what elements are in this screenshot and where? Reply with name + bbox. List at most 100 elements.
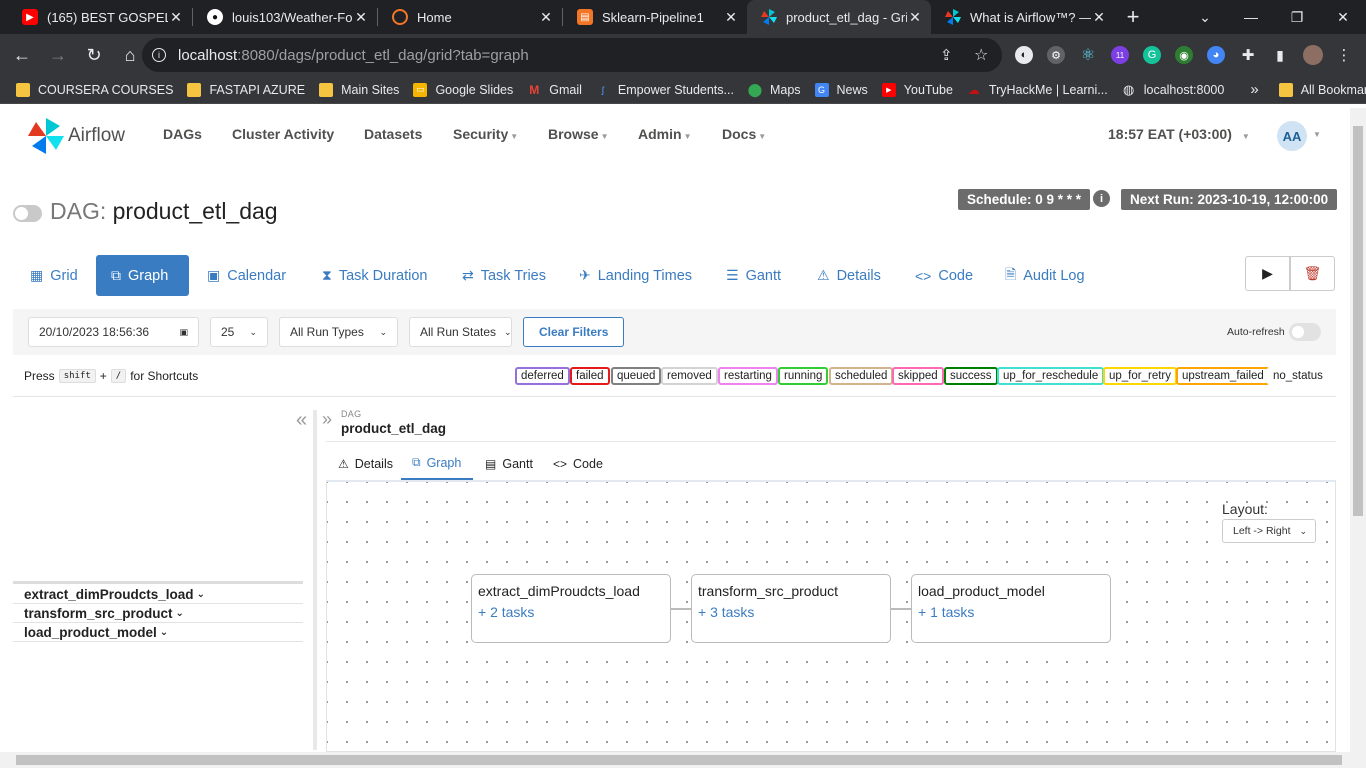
tab-gantt[interactable]: ☰ Gantt: [716, 255, 791, 296]
minimize-icon[interactable]: —: [1228, 0, 1274, 34]
info-icon[interactable]: i: [1093, 190, 1110, 207]
state-legend-up-for-reschedule[interactable]: up_for_reschedule: [997, 367, 1105, 385]
collapse-panel-icon[interactable]: «: [296, 409, 307, 432]
dag-pause-toggle[interactable]: [13, 205, 42, 222]
tab-graph[interactable]: ⧉ Graph: [96, 255, 189, 296]
task-group-row[interactable]: load_product_model ⌄: [13, 623, 303, 642]
panel-resize-handle[interactable]: [313, 410, 317, 750]
menu-security[interactable]: Security ▼: [453, 126, 518, 142]
bookmark-link[interactable]: ☁ TryHackMe | Learni...: [967, 83, 1108, 97]
state-legend-success[interactable]: success: [944, 367, 998, 385]
airflow-logo[interactable]: Airflow: [28, 118, 125, 154]
browser-tab-what-is-airflow[interactable]: What is Airflow™? — ✕: [931, 0, 1115, 34]
task-group-row[interactable]: transform_src_product ⌄: [13, 604, 303, 623]
graph-node-task-group[interactable]: extract_dimProudcts_load + 2 tasks: [471, 574, 671, 643]
bookmark-link[interactable]: ⬤ Maps: [748, 82, 801, 97]
tab-search-chevron-icon[interactable]: ⌄: [1182, 0, 1228, 34]
menu-admin[interactable]: Admin ▼: [638, 126, 691, 142]
forward-icon[interactable]: →: [42, 39, 74, 71]
layout-select[interactable]: Left -> Right ⌄: [1222, 519, 1316, 543]
bookmark-link[interactable]: ʃ Empower Students...: [596, 83, 734, 97]
url-bar[interactable]: i localhost:8080/dags/product_etl_dag/gr…: [142, 38, 1002, 72]
tab-grid[interactable]: ▦ Grid: [20, 255, 88, 296]
browser-tab-active[interactable]: product_etl_dag - Gri ✕: [747, 0, 931, 34]
new-tab-button[interactable]: +: [1115, 4, 1151, 30]
tab-task-tries[interactable]: ⇄ Task Tries: [452, 255, 556, 296]
state-legend-no-status[interactable]: no_status: [1267, 367, 1329, 385]
state-legend-skipped[interactable]: skipped: [892, 367, 944, 385]
user-avatar[interactable]: AA: [1277, 121, 1307, 151]
graph-node-task-group[interactable]: load_product_model + 1 tasks: [911, 574, 1111, 643]
side-panel-icon[interactable]: ▮: [1271, 46, 1289, 64]
tab-code[interactable]: <> Code: [905, 255, 983, 296]
graph-node-task-group[interactable]: transform_src_product + 3 tasks: [691, 574, 891, 643]
state-legend-running[interactable]: running: [778, 367, 829, 385]
task-group-row[interactable]: extract_dimProudcts_load ⌄: [13, 585, 303, 604]
browser-tab-github[interactable]: ● louis103/Weather-Fo ✕: [193, 0, 377, 34]
bookmark-link[interactable]: ▭ Google Slides: [413, 82, 513, 97]
chevron-down-icon[interactable]: ⌄: [176, 608, 184, 619]
trigger-dag-button[interactable]: ▶: [1245, 256, 1290, 291]
timezone-clock[interactable]: 18:57 EAT (+03:00) ▼: [1108, 126, 1250, 142]
maximize-icon[interactable]: ❐: [1274, 0, 1320, 34]
share-icon[interactable]: ⇪: [940, 46, 953, 64]
profile-avatar[interactable]: [1303, 45, 1323, 65]
tab-task-duration[interactable]: ⧗ Task Duration: [312, 255, 437, 296]
state-legend-removed[interactable]: removed: [661, 367, 718, 385]
state-legend-deferred[interactable]: deferred: [515, 367, 570, 385]
panel-tab-graph[interactable]: ⧉ Graph: [401, 447, 473, 480]
menu-docs[interactable]: Docs ▼: [722, 126, 766, 142]
close-icon[interactable]: ✕: [168, 9, 184, 26]
chevron-down-icon[interactable]: ⌄: [197, 589, 205, 600]
extension-icon[interactable]: ◉: [1175, 46, 1193, 64]
run-type-select[interactable]: All Run Types ⌄: [279, 317, 398, 347]
bookmark-folder[interactable]: COURSERA COURSES: [16, 82, 173, 97]
tab-landing-times[interactable]: ✈ Landing Times: [569, 255, 702, 296]
reload-icon[interactable]: ↻: [78, 39, 110, 71]
vertical-scrollbar-thumb[interactable]: [1353, 126, 1363, 516]
tab-calendar[interactable]: ▣ Calendar: [197, 255, 296, 296]
calendar-icon[interactable]: ▣: [171, 327, 188, 338]
chevron-down-icon[interactable]: ⌄: [160, 627, 168, 638]
menu-datasets[interactable]: Datasets: [364, 126, 422, 142]
all-bookmarks-button[interactable]: All Bookmarks: [1278, 82, 1366, 97]
window-close-icon[interactable]: ✕: [1320, 0, 1366, 34]
state-legend-up-for-retry[interactable]: up_for_retry: [1103, 367, 1178, 385]
browser-tab-home[interactable]: Home ✕: [378, 0, 562, 34]
state-legend-upstream-failed[interactable]: upstream_failed: [1176, 367, 1270, 385]
panel-tab-details[interactable]: ⚠ Details: [327, 447, 404, 480]
bookmark-link[interactable]: G News: [814, 82, 868, 97]
color-picker-icon[interactable]: ◕: [1207, 46, 1225, 64]
browser-tab-sklearn[interactable]: ▤ Sklearn-Pipeline1 ✕: [563, 0, 747, 34]
close-icon[interactable]: ✕: [1091, 9, 1107, 26]
bookmark-link[interactable]: M Gmail: [527, 83, 582, 97]
tab-details[interactable]: ⚠ Details: [807, 255, 891, 296]
menu-cluster-activity[interactable]: Cluster Activity: [232, 126, 334, 142]
bookmark-star-icon[interactable]: ☆: [974, 45, 988, 65]
bookmark-folder[interactable]: FASTAPI AZURE: [187, 82, 305, 97]
state-legend-failed[interactable]: failed: [570, 367, 610, 385]
close-icon[interactable]: ✕: [353, 9, 369, 26]
tab-audit-log[interactable]: 🗎 Audit Log: [995, 255, 1095, 296]
bookmark-link[interactable]: ◍ localhost:8000: [1122, 82, 1224, 97]
panel-tab-code[interactable]: <> Code: [542, 447, 614, 480]
browser-tab-youtube[interactable]: ▶ (165) BEST GOSPEL R ✕: [8, 0, 192, 34]
close-icon[interactable]: ✕: [723, 9, 739, 26]
extension-icon[interactable]: ◐: [1015, 46, 1033, 64]
back-icon[interactable]: ←: [6, 39, 38, 71]
extensions-puzzle-icon[interactable]: ✚: [1239, 46, 1257, 64]
menu-browse[interactable]: Browse ▼: [548, 126, 609, 142]
state-legend-restarting[interactable]: restarting: [718, 367, 778, 385]
run-state-select[interactable]: All Run States ⌄: [409, 317, 512, 347]
react-devtools-icon[interactable]: ⚛: [1079, 46, 1097, 64]
horizontal-scrollbar-thumb[interactable]: [16, 755, 1342, 765]
close-icon[interactable]: ✕: [907, 9, 923, 26]
state-legend-scheduled[interactable]: scheduled: [829, 367, 894, 385]
state-legend-queued[interactable]: queued: [611, 367, 662, 385]
bookmark-folder[interactable]: Main Sites: [319, 82, 399, 97]
expand-panel-icon[interactable]: »: [322, 409, 332, 430]
panel-tab-gantt[interactable]: ▤ Gantt: [474, 447, 544, 480]
auto-refresh-toggle[interactable]: [1289, 323, 1321, 341]
dag-name[interactable]: product_etl_dag: [341, 421, 446, 436]
close-icon[interactable]: ✕: [538, 9, 554, 26]
